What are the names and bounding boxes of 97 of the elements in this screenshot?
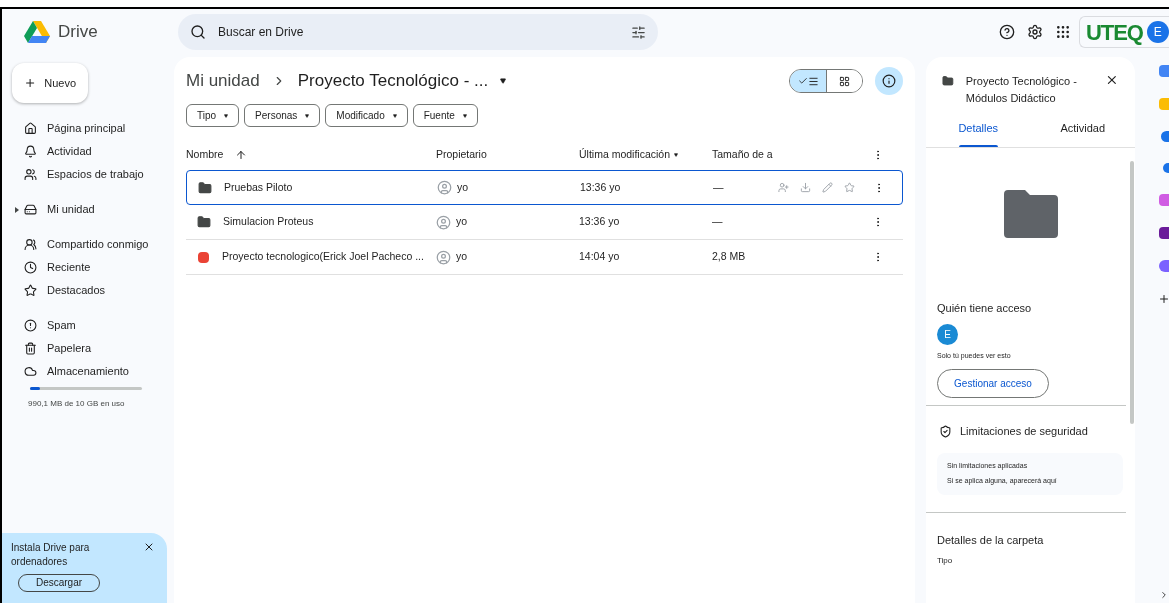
filter-icon[interactable] <box>631 24 646 40</box>
star-icon <box>24 284 37 297</box>
expand-arrow-icon[interactable] <box>15 206 19 213</box>
file-name: Proyecto tecnologico(Erick Joel Pacheco ... <box>222 249 424 265</box>
file-row[interactable]: Simulacion Proteus yo 13:36 yo — <box>186 205 903 240</box>
people-icon <box>24 168 37 181</box>
sidebar-item[interactable]: Spam <box>2 314 174 337</box>
caret-icon <box>392 113 397 118</box>
column-header[interactable]: Nombre <box>186 147 224 163</box>
caret-icon <box>224 113 229 118</box>
user-icon <box>436 249 451 265</box>
drive-icon <box>24 203 37 216</box>
details-title: Proyecto Tecnológico - Módulos Didáctico <box>965 74 1078 106</box>
sidebar-item[interactable]: Destacados <box>2 279 174 302</box>
pdf-icon <box>198 251 209 263</box>
list-view-toggle[interactable] <box>790 70 826 92</box>
sort-arrow-icon[interactable] <box>235 149 248 161</box>
sidebar-item[interactable]: Compartido conmigo <box>2 233 174 256</box>
section-heading: Quién tiene acceso <box>937 301 1033 316</box>
field-label: Tipo <box>937 555 954 567</box>
sidebar-item[interactable]: Almacenamiento <box>2 360 174 383</box>
shield-icon <box>939 424 952 438</box>
file-name: Pruebas Piloto <box>224 179 293 195</box>
size-cell-text: — <box>712 214 724 230</box>
bell-icon <box>24 145 37 158</box>
account-button[interactable]: UTEQ E <box>1079 16 1169 48</box>
chevron-icon[interactable] <box>1159 590 1169 600</box>
clock-icon <box>24 261 37 274</box>
folder-icon <box>198 180 212 195</box>
modified-cell-text: 13:36 yo <box>580 179 622 195</box>
trash-icon <box>24 342 37 355</box>
sidebar-item[interactable]: Espacios de trabajo <box>2 163 174 186</box>
column-header[interactable]: Última modificación <box>579 147 671 163</box>
search-input[interactable]: Buscar en Drive <box>218 23 619 41</box>
size-cell-text: 2,8 MB <box>712 249 747 265</box>
info-icon <box>882 74 896 88</box>
caret-icon[interactable] <box>674 153 679 157</box>
file-row[interactable]: Pruebas Piloto yo 13:36 yo — <box>186 170 903 205</box>
owner-cell: yo <box>456 214 468 230</box>
list-icon <box>807 75 819 87</box>
folder-icon <box>197 215 211 229</box>
user-icon <box>437 180 452 195</box>
check-icon <box>797 76 808 86</box>
info-button[interactable] <box>875 67 903 95</box>
sidebar-item[interactable]: Página principal <box>2 117 174 140</box>
sidebar-item[interactable]: Reciente <box>2 256 174 279</box>
modified-cell-text: 14:04 yo <box>579 249 621 265</box>
owner-cell-text: yo <box>457 179 469 195</box>
avatar: E <box>937 323 958 345</box>
sidebar-item[interactable]: Papelera <box>2 337 174 360</box>
drive-logo-icon <box>24 21 50 43</box>
file-name: Simulacion Proteus <box>223 214 314 230</box>
search-icon <box>190 24 206 40</box>
shared-icon <box>24 238 37 251</box>
org-logo: UTEQ <box>1086 18 1143 47</box>
caret-icon <box>462 113 467 118</box>
storage-text: 990,1 MB de 10 GB en uso <box>28 398 126 410</box>
filter-chip[interactable]: Tipo <box>186 104 240 127</box>
details-tab[interactable]: Actividad <box>1030 120 1135 147</box>
sidebar-item[interactable]: Actividad <box>2 140 174 163</box>
section-heading: Limitaciones de seguridad <box>960 424 1088 439</box>
owner-cell: yo <box>456 249 468 265</box>
app-name: Drive <box>58 21 98 44</box>
section-heading: Detalles de la carpeta <box>937 532 1045 548</box>
close-icon[interactable] <box>143 541 155 553</box>
grid-view-toggle[interactable] <box>826 70 862 92</box>
home-icon <box>24 122 37 135</box>
new-button[interactable]: Nuevo <box>12 63 88 103</box>
caret-icon <box>305 113 310 118</box>
star-icon[interactable] <box>844 182 855 193</box>
column-header[interactable]: Tamaño de a <box>712 147 872 163</box>
user-icon <box>436 214 451 230</box>
settings-icon[interactable] <box>1027 24 1043 40</box>
avatar: E <box>1146 21 1169 43</box>
details-tab[interactable]: Detalles <box>926 120 1031 147</box>
filter-chip[interactable]: Personas <box>244 104 321 127</box>
close-icon[interactable] <box>1105 73 1119 87</box>
promo-text: Instala Drive para ordenadores <box>11 541 91 569</box>
cloud-icon <box>24 365 37 378</box>
filter-chip[interactable]: Modificado <box>325 104 408 127</box>
dropdown-icon[interactable] <box>500 78 507 84</box>
file-row[interactable]: Proyecto tecnologico(Erick Joel Pacheco ... yo 14:04 yo 2,8 MB <box>186 240 903 275</box>
search-field[interactable]: Buscar en Drive <box>178 14 658 50</box>
breadcrumb-item[interactable]: Proyecto Tecnológico - ... <box>297 68 489 94</box>
modified-cell-text: 13:36 yo <box>579 214 621 230</box>
filter-chip[interactable]: Fuente <box>412 104 478 127</box>
folder-icon <box>1003 190 1058 238</box>
plus-icon[interactable] <box>1158 293 1169 305</box>
sidebar-item[interactable]: Mi unidad <box>2 198 174 221</box>
apps-grid-icon[interactable] <box>1055 24 1071 40</box>
breadcrumb-item[interactable]: Mi unidad <box>186 68 260 94</box>
size-cell-text: — <box>713 179 725 195</box>
column-header[interactable]: Propietario <box>436 147 579 163</box>
folder-icon <box>942 75 954 87</box>
grid-icon <box>839 75 850 87</box>
help-icon[interactable] <box>999 24 1015 40</box>
alert-icon <box>24 319 37 332</box>
